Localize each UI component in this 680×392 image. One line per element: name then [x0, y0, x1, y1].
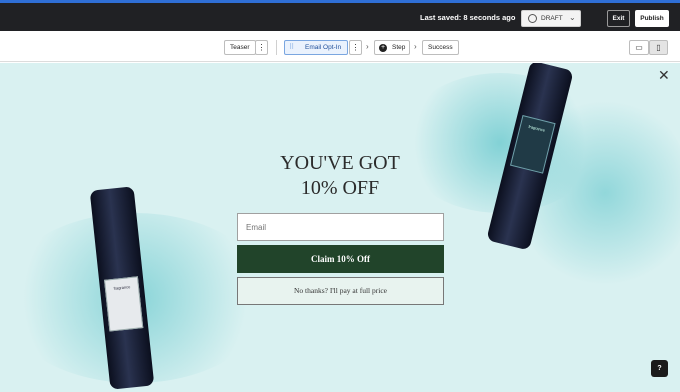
add-step-label: Step — [392, 44, 406, 51]
kebab-icon[interactable]: ⋮ — [255, 40, 268, 55]
step-email-optin-label: Email Opt-In — [305, 44, 342, 51]
close-icon[interactable]: ✕ — [658, 67, 670, 84]
status-circle-icon — [528, 14, 537, 23]
popup-canvas: fragrance fragrance ✕ YOU'VE GOT 10% OFF… — [0, 63, 680, 392]
mobile-icon[interactable]: ▯ — [649, 40, 668, 55]
decline-offer-button[interactable]: No thanks? I'll pay at full price — [237, 277, 444, 305]
email-field[interactable] — [237, 213, 444, 241]
headline-line-1: YOU'VE GOT — [280, 152, 400, 174]
last-saved-text: Last saved: 8 seconds ago — [420, 13, 516, 22]
plus-circle-icon: + — [379, 44, 387, 52]
desktop-icon[interactable]: ▭ — [629, 40, 649, 55]
status-dropdown[interactable]: DRAFT ⌄ — [521, 10, 581, 27]
top-toolbar: Last saved: 8 seconds ago DRAFT ⌄ Exit P… — [0, 3, 680, 31]
step-email-optin[interactable]: ⠿ Email Opt-In — [284, 40, 348, 55]
chevron-down-icon: ⌄ — [569, 13, 576, 22]
chevron-right-icon: › — [366, 42, 369, 51]
publish-button[interactable]: Publish — [635, 10, 669, 27]
help-icon[interactable]: ? — [651, 360, 668, 377]
divider — [276, 40, 277, 55]
add-step-button[interactable]: + Step — [374, 40, 410, 55]
kebab-icon[interactable]: ⋮ — [349, 40, 362, 55]
chevron-right-icon: › — [414, 42, 417, 51]
exit-button[interactable]: Exit — [607, 10, 630, 27]
headline-line-2: 10% OFF — [300, 177, 380, 199]
step-success[interactable]: Success — [422, 40, 459, 55]
popup-headline: YOU'VE GOT 10% OFF — [200, 151, 480, 201]
steps-bar: Teaser ⋮ ⠿ Email Opt-In ⋮ › + Step › Suc… — [0, 31, 680, 62]
step-teaser[interactable]: Teaser — [224, 40, 256, 55]
claim-offer-button[interactable]: Claim 10% Off — [237, 245, 444, 273]
status-label: DRAFT — [541, 15, 563, 22]
drag-handle-icon: ⠿ — [289, 44, 295, 51]
